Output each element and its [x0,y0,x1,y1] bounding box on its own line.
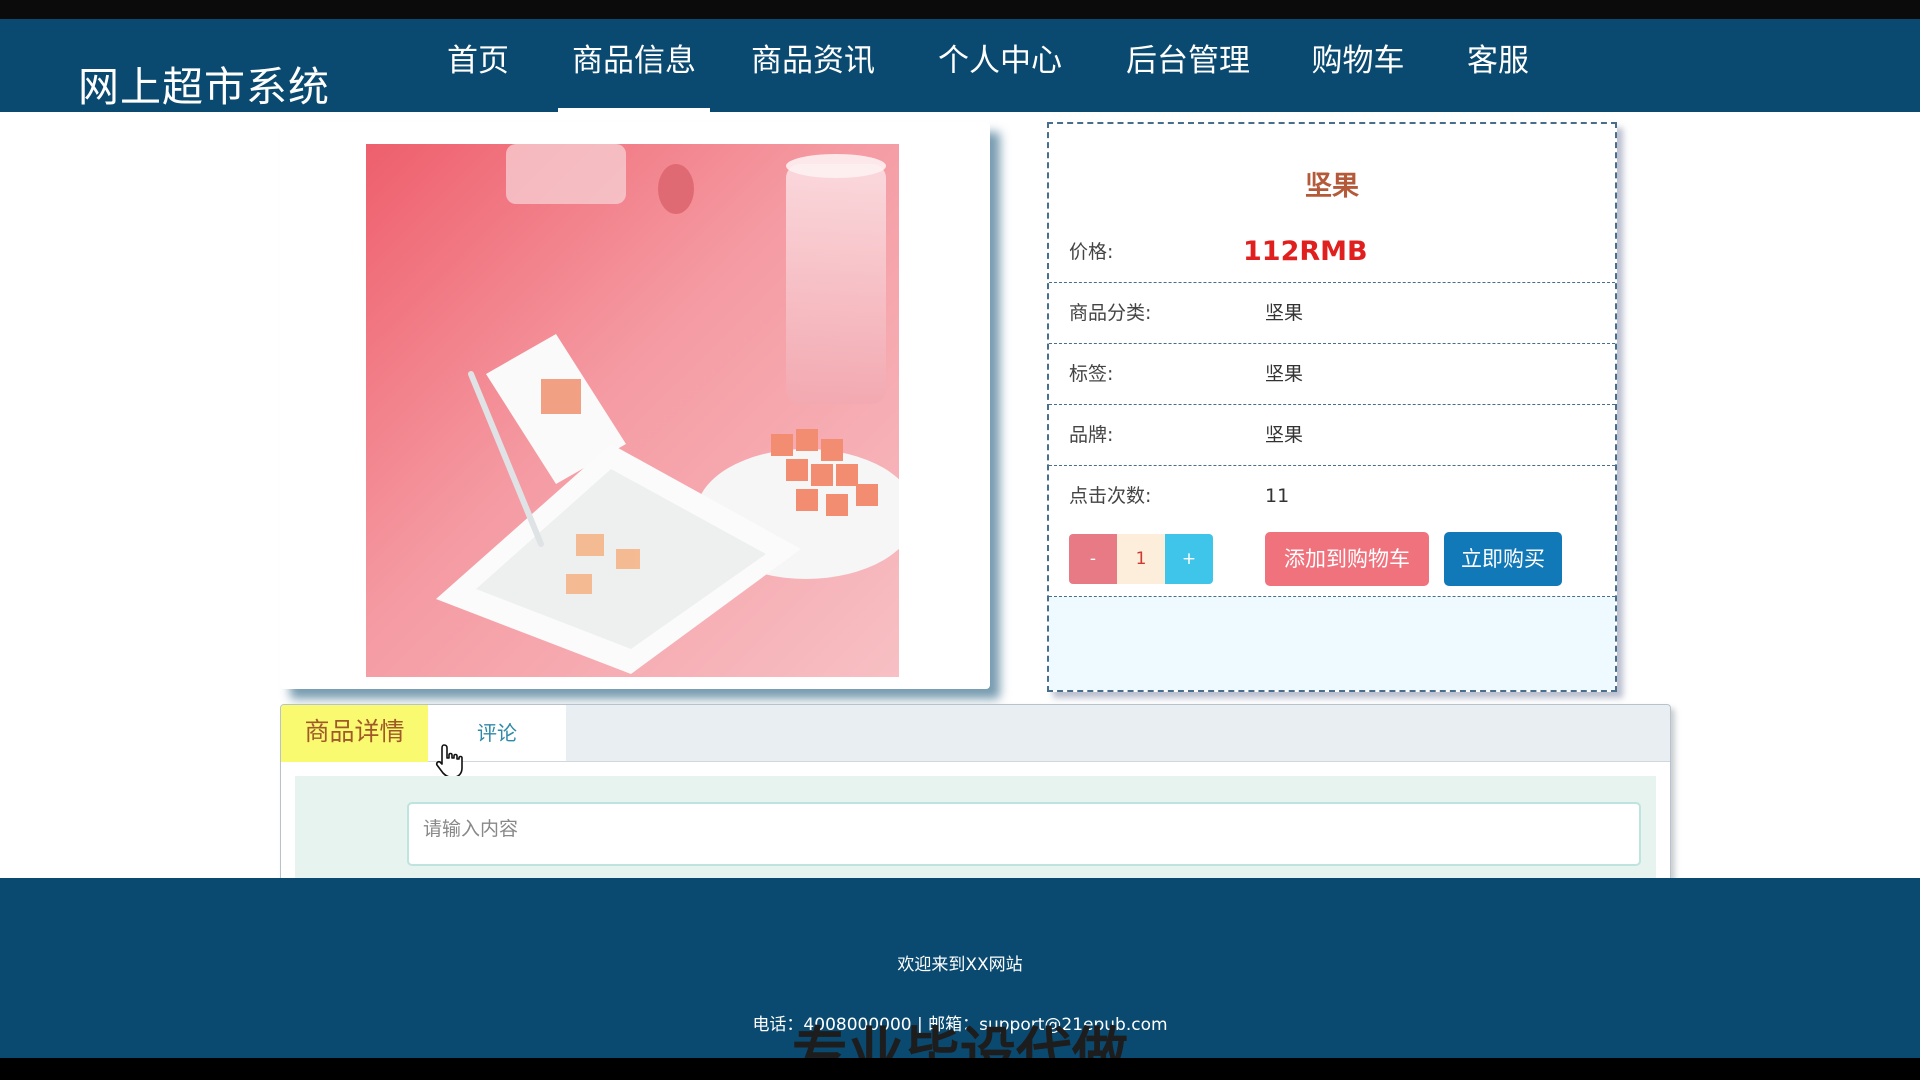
bottom-black-bar [0,1058,1920,1080]
purchase-actions: - 1 + 添加到购物车 立即购买 [1049,522,1615,597]
quantity-input[interactable]: 1 [1117,534,1165,584]
nav-product-news[interactable]: 商品资讯 [749,19,877,112]
nav-product-info[interactable]: 商品信息 [558,19,710,112]
tab-product-detail[interactable]: 商品详情 [281,705,428,762]
product-image [366,144,899,677]
site-title[interactable]: 网上超市系统 [78,53,330,113]
clicks-row: 点击次数: 11 [1049,466,1615,527]
product-info-card: 坚果 价格: 112RMB 商品分类: 坚果 标签: 坚果 品牌: 坚果 点击次… [1047,122,1617,692]
tag-label: 标签: [1069,363,1114,385]
product-tabs: 商品详情 评论 请输入内容 [280,704,1671,879]
nav-customer-service[interactable]: 客服 [1466,19,1530,112]
nav-cart[interactable]: 购物车 [1310,19,1406,112]
category-label: 商品分类: [1069,302,1152,324]
clicks-label: 点击次数: [1069,485,1152,507]
category-value: 坚果 [1265,302,1304,324]
purchase-area-fill [1049,597,1615,690]
nav-admin[interactable]: 后台管理 [1124,19,1252,112]
category-row: 商品分类: 坚果 [1049,283,1615,344]
brand-label: 品牌: [1069,424,1114,446]
navbar: 网上超市系统 首页 商品信息 商品资讯 个人中心 后台管理 购物车 客服 [0,19,1920,112]
watermark: 专业毕设代做 [0,1020,1920,1058]
quantity-increase-button[interactable]: + [1165,534,1213,584]
clicks-value: 11 [1265,485,1290,507]
hand-cursor-icon [435,743,465,779]
brand-value: 坚果 [1265,424,1304,446]
purchase-area: - 1 + 添加到购物车 立即购买 [1049,522,1615,690]
buy-now-button[interactable]: 立即购买 [1444,532,1562,586]
tag-value: 坚果 [1265,363,1304,385]
add-to-cart-button[interactable]: 添加到购物车 [1265,532,1429,586]
top-black-bar [0,0,1920,19]
main-content: 坚果 价格: 112RMB 商品分类: 坚果 标签: 坚果 品牌: 坚果 点击次… [0,112,1920,879]
tab-content: 请输入内容 [295,776,1656,879]
nav-home[interactable]: 首页 [444,19,512,112]
quantity-decrease-button[interactable]: - [1069,534,1117,584]
brand-row: 品牌: 坚果 [1049,405,1615,466]
screen: 网上超市系统 首页 商品信息 商品资讯 个人中心 后台管理 购物车 客服 坚果 … [0,0,1920,1080]
footer-welcome: 欢迎来到XX网站 [897,955,1023,975]
price-value: 112RMB [1243,236,1368,267]
comment-input[interactable]: 请输入内容 [407,802,1641,866]
tag-row: 标签: 坚果 [1049,344,1615,405]
nav-personal-center[interactable]: 个人中心 [936,19,1064,112]
price-row: 价格: 112RMB [1049,222,1615,283]
watermark-text: 专业毕设代做 [792,1022,1128,1058]
product-image-card [280,122,990,689]
tab-bar: 商品详情 评论 [281,705,1670,778]
price-label: 价格: [1069,241,1114,263]
product-name: 坚果 [1305,171,1359,202]
